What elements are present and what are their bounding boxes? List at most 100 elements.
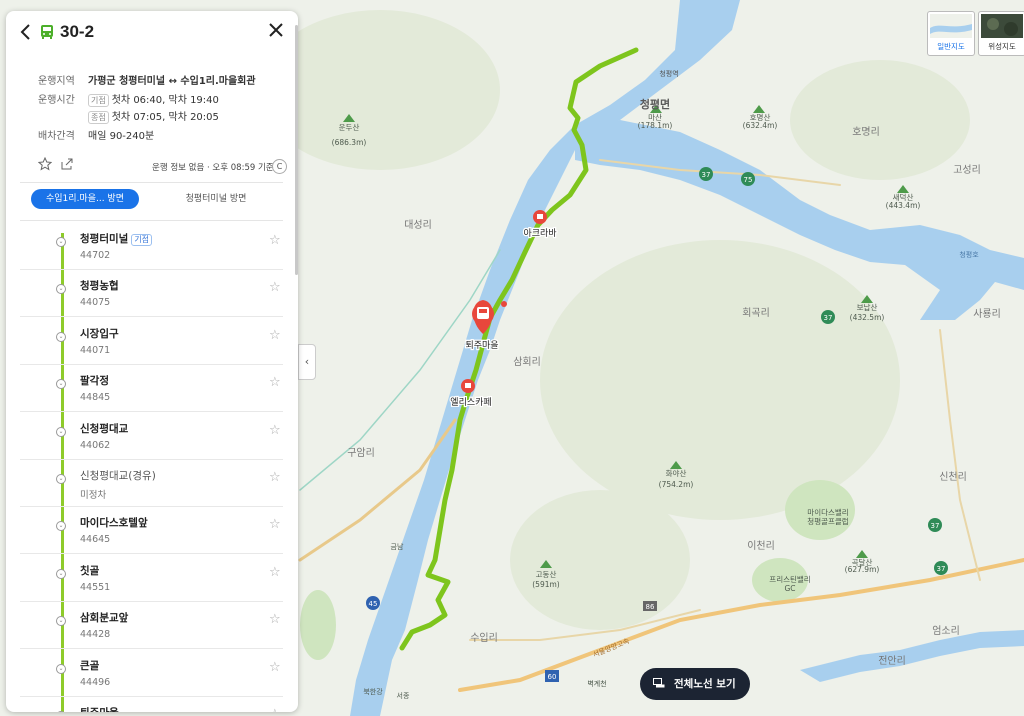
favorite-star-icon[interactable]: ☆	[269, 280, 281, 295]
stop-tag: 기점	[131, 234, 153, 246]
road-shield-86: 86	[643, 601, 657, 611]
svg-text:(443.4m): (443.4m)	[886, 201, 921, 210]
info-label-time: 운행시간	[38, 95, 75, 106]
collapse-panel-button[interactable]: ‹	[298, 344, 316, 380]
stop-marker-icon: ⌄	[56, 237, 66, 247]
info-value-time-end: 첫차 07:05, 막차 20:05	[111, 112, 219, 123]
stop-marker-icon: ⌄	[56, 663, 66, 674]
stop-id: 44428	[80, 629, 111, 641]
svg-text:청평역: 청평역	[659, 69, 678, 78]
svg-text:보납산: 보납산	[857, 302, 878, 312]
place-청평면: 청평면	[640, 97, 670, 111]
stop-id: 44062	[80, 439, 111, 451]
svg-text:이천리: 이천리	[747, 540, 775, 552]
stop-row[interactable]: ⌄ 청평터미널 기점 44702 ☆	[20, 222, 283, 270]
stop-id: 미정차	[80, 490, 107, 501]
close-icon[interactable]	[265, 19, 287, 41]
favorite-star-icon[interactable]: ☆	[269, 565, 281, 580]
stop-name: 청평터미널 기점	[80, 231, 153, 246]
map-type-satellite[interactable]: 위성지도	[978, 11, 1024, 56]
map-type-normal[interactable]: 일반지도	[927, 11, 975, 56]
stop-id: 44071	[80, 344, 111, 356]
svg-text:GC: GC	[784, 584, 795, 593]
stop-row[interactable]: ⌄ 신청평대교 44062 ☆	[20, 412, 283, 460]
full-route-label: 전체노선 보기	[674, 678, 736, 690]
stop-row[interactable]: ⌄ 시장입구 44071 ☆	[20, 317, 283, 365]
favorite-star-icon[interactable]: ☆	[269, 423, 281, 438]
svg-text:(686.3m): (686.3m)	[332, 138, 367, 147]
stop-row[interactable]: ⌄ 신청평대교(경유) 미정차 ☆	[20, 459, 283, 507]
stop-marker-icon: ⌄	[56, 331, 66, 342]
svg-text:삼회리: 삼회리	[513, 356, 541, 368]
info-label-area: 운행지역	[38, 76, 75, 87]
favorite-star-icon[interactable]: ☆	[269, 612, 281, 627]
favorite-star-icon[interactable]: ☆	[269, 328, 281, 343]
favorite-star-icon[interactable]: ☆	[269, 660, 281, 675]
svg-text:청평골프클럽: 청평골프클럽	[807, 516, 848, 526]
road-shield-45: 45	[366, 596, 380, 610]
panel-scrollbar[interactable]	[295, 25, 298, 275]
stop-row[interactable]: ⌄ 팔각정 44845 ☆	[20, 364, 283, 413]
svg-text:고동산: 고동산	[536, 569, 557, 579]
road-shield-75: 75	[741, 172, 755, 186]
stop-name: 삼회분교앞	[80, 612, 129, 625]
svg-text:75: 75	[744, 176, 753, 184]
stop-marker-icon: ⌄	[56, 379, 66, 390]
route-icon	[653, 678, 665, 688]
favorite-star-icon[interactable]: ☆	[269, 707, 281, 712]
svg-text:퇴주마을: 퇴주마을	[465, 340, 498, 351]
refresh-icon[interactable]: C	[272, 159, 287, 174]
map-type-normal-label: 일반지도	[937, 42, 965, 51]
svg-text:고성리: 고성리	[953, 164, 981, 176]
stop-marker-icon: ⌄	[56, 616, 66, 627]
svg-text:수입리: 수입리	[470, 631, 498, 644]
svg-text:화야산: 화야산	[666, 468, 687, 478]
stop-marker-icon: ⌄	[56, 284, 66, 295]
stop-row[interactable]: ⌄ 큰골 44496 ☆	[20, 649, 283, 697]
stop-name: 칫골	[80, 564, 100, 577]
road-shield-60: 60	[545, 670, 559, 682]
stop-name: 청평농협	[80, 280, 119, 293]
favorite-star-icon[interactable]: ☆	[269, 517, 281, 532]
svg-text:(591m): (591m)	[532, 580, 560, 589]
svg-text:프리스틴밸리: 프리스틴밸리	[769, 574, 810, 584]
stop-name: 마이다스호텔앞	[80, 517, 148, 530]
stop-id: 44496	[80, 676, 111, 688]
route-number: 30-2	[60, 22, 95, 41]
svg-text:서종: 서종	[397, 691, 410, 700]
route-panel: 30-2 운행지역 가평군 청평터미널 ↔ 수입1리.마을회관 운행시간 기점 첫…	[6, 11, 298, 712]
svg-text:북한강: 북한강	[363, 687, 383, 696]
stop-marker-icon: ⌄	[56, 474, 66, 484]
stop-name: 퇴주마을	[80, 705, 119, 712]
favorite-star-icon[interactable]: ☆	[269, 375, 281, 390]
svg-text:금남: 금남	[391, 542, 404, 551]
favorite-star-icon[interactable]	[38, 157, 52, 171]
road-shield-37d: 37	[934, 561, 948, 575]
share-icon[interactable]	[60, 157, 74, 171]
svg-text:신천리: 신천리	[939, 471, 967, 483]
svg-text:37: 37	[931, 522, 940, 530]
stop-name: 시장입구	[80, 327, 119, 340]
stop-row[interactable]: ⌄ 칫골 44551 ☆	[20, 554, 283, 602]
full-route-button[interactable]: 전체노선 보기	[640, 668, 750, 700]
stop-name: 팔각정	[80, 375, 109, 388]
stop-row[interactable]: ⌄ 퇴주마을 ☆	[20, 696, 283, 712]
svg-text:아크라바: 아크라바	[523, 228, 557, 239]
favorite-star-icon[interactable]: ☆	[269, 233, 281, 248]
back-icon[interactable]	[16, 21, 36, 43]
svg-text:37: 37	[824, 314, 833, 322]
stop-id: 44075	[80, 297, 111, 309]
stop-row[interactable]: ⌄ 마이다스호텔앞 44645 ☆	[20, 506, 283, 555]
info-value-area[interactable]: 가평군 청평터미널 ↔ 수입1리.마을회관	[88, 72, 256, 87]
map-type-satellite-label: 위성지도	[988, 42, 1016, 51]
stop-row[interactable]: ⌄ 삼회분교앞 44428 ☆	[20, 601, 283, 650]
stop-id: 44645	[80, 534, 111, 546]
tab-direction-2[interactable]: 청평터미널 방면	[156, 189, 276, 209]
favorite-star-icon[interactable]: ☆	[269, 470, 281, 485]
stop-id: 44551	[80, 581, 111, 593]
tab-direction-1[interactable]: 수입1리.마을... 방면	[31, 189, 139, 209]
stop-row[interactable]: ⌄ 청평농협 44075 ☆	[20, 269, 283, 318]
svg-text:(432.5m): (432.5m)	[850, 313, 885, 322]
svg-text:86: 86	[646, 603, 655, 611]
tag-start: 기점	[88, 94, 109, 107]
